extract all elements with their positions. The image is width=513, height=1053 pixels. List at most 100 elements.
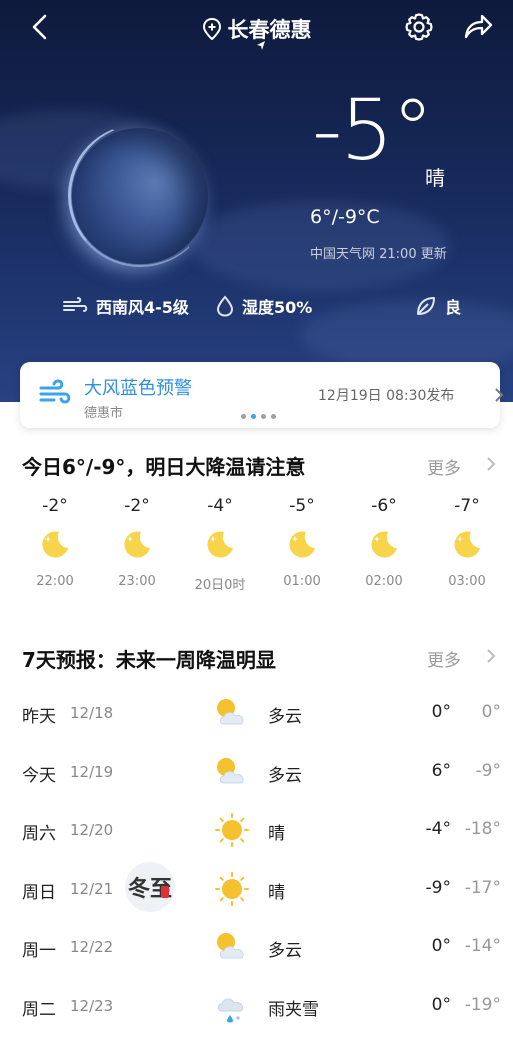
carousel-dot bbox=[261, 414, 266, 419]
day-date: 12/18 bbox=[70, 704, 114, 722]
day-low-temp: -18° bbox=[464, 819, 501, 839]
hourly-item: -2° 22:00 bbox=[20, 496, 90, 589]
chevron-right-icon bbox=[495, 388, 504, 402]
day-low-temp: -19° bbox=[464, 995, 501, 1015]
day-high-temp: -4° bbox=[425, 819, 451, 839]
day-date: 12/19 bbox=[70, 763, 114, 781]
hourly-item: -6° 02:00 bbox=[349, 496, 419, 589]
cloud-decoration bbox=[300, 300, 513, 370]
current-temperature: -5° bbox=[312, 81, 434, 179]
moon-icon bbox=[368, 528, 400, 560]
day-name: 周六 bbox=[22, 824, 56, 844]
hourly-temp: -4° bbox=[207, 496, 233, 516]
weather-hero: 长春德惠 -5° 晴 6°/-9°C 中国天气网 21:00 更新 西南风4-5… bbox=[0, 0, 513, 402]
temperature-range: 6°/-9°C bbox=[310, 206, 380, 228]
moon-icon bbox=[286, 528, 318, 560]
droplet-icon bbox=[216, 295, 234, 317]
share-icon[interactable] bbox=[462, 12, 494, 42]
sun-icon bbox=[212, 870, 252, 908]
daily-row[interactable]: 周一 12/22 多云 0° -14° bbox=[0, 933, 513, 994]
hourly-section-title: 今日6°/-9°，明日大降温请注意 bbox=[22, 455, 306, 479]
daily-row[interactable]: 周六 12/20 晴 -4° -18° bbox=[0, 813, 513, 877]
current-condition: 晴 bbox=[425, 166, 445, 190]
moon-illustration bbox=[72, 128, 208, 264]
day-date: 12/23 bbox=[70, 997, 114, 1015]
day-low-temp: -9° bbox=[475, 761, 501, 781]
day-low-temp: -14° bbox=[464, 936, 501, 956]
daily-row[interactable]: 今天 12/19 多云 6° -9° bbox=[0, 758, 513, 819]
alert-time: 12月19日 08:30发布 bbox=[318, 388, 455, 404]
hourly-time: 22:00 bbox=[36, 574, 74, 589]
day-name: 周日 bbox=[22, 883, 56, 903]
air-quality-stat[interactable]: 良 bbox=[415, 294, 461, 318]
chevron-right-icon bbox=[487, 457, 496, 471]
hourly-temp: -7° bbox=[454, 496, 480, 516]
hourly-temp: -5° bbox=[289, 496, 315, 516]
hourly-time: 23:00 bbox=[118, 574, 156, 589]
update-source: 中国天气网 21:00 更新 bbox=[310, 247, 447, 262]
day-condition: 晴 bbox=[268, 883, 285, 903]
day-condition: 多云 bbox=[268, 707, 302, 727]
day-condition: 多云 bbox=[268, 941, 302, 961]
daily-section-title: 7天预报：未来一周降温明显 bbox=[22, 648, 276, 672]
moon-icon bbox=[451, 528, 483, 560]
air-quality-label: 良 bbox=[445, 298, 462, 317]
partly-cloudy-icon bbox=[212, 928, 252, 966]
chevron-right-icon bbox=[487, 649, 496, 663]
day-name: 今天 bbox=[22, 766, 56, 786]
daily-row[interactable]: 周日 12/21 晴 -9° -17° bbox=[0, 872, 513, 936]
partly-cloudy-icon bbox=[212, 694, 252, 732]
hourly-time: 20日0时 bbox=[194, 578, 246, 593]
daily-more-link[interactable]: 更多 bbox=[427, 646, 461, 671]
humidity-stat[interactable]: 湿度50% bbox=[216, 294, 312, 318]
day-high-temp: 0° bbox=[431, 936, 451, 956]
hourly-item: -2° 23:00 bbox=[102, 496, 172, 589]
day-low-temp: -17° bbox=[464, 878, 501, 898]
day-date: 12/21 bbox=[70, 880, 114, 898]
alert-title: 大风蓝色预警 bbox=[84, 378, 192, 399]
hourly-item: -4° 20日0时 bbox=[185, 496, 255, 593]
sun-icon bbox=[212, 811, 252, 849]
location-arrow-icon bbox=[257, 41, 265, 50]
settings-gear-icon[interactable] bbox=[404, 12, 434, 42]
moon-icon bbox=[39, 528, 71, 560]
day-condition: 晴 bbox=[268, 824, 285, 844]
city-name: 长春德惠 bbox=[227, 18, 312, 42]
day-high-temp: 6° bbox=[431, 761, 451, 781]
hourly-temp: -6° bbox=[371, 496, 397, 516]
daily-row[interactable]: 昨天 12/18 多云 0° 0° bbox=[0, 699, 513, 760]
day-name: 周一 bbox=[22, 941, 56, 961]
wind-icon bbox=[63, 297, 88, 312]
wind-stat[interactable]: 西南风4-5级 bbox=[62, 294, 189, 318]
day-name: 昨天 bbox=[22, 707, 56, 727]
hourly-temp: -2° bbox=[124, 496, 150, 516]
sleet-icon bbox=[212, 987, 252, 1025]
moon-icon bbox=[204, 528, 236, 560]
day-date: 12/22 bbox=[70, 938, 114, 956]
day-low-temp: 0° bbox=[481, 702, 501, 722]
partly-cloudy-icon bbox=[212, 753, 252, 791]
hourly-time: 01:00 bbox=[283, 574, 321, 589]
day-high-temp: -9° bbox=[425, 878, 451, 898]
seal-stamp bbox=[161, 886, 169, 898]
daily-row[interactable]: 周二 12/23 雨夹雪 0° -19° bbox=[0, 995, 513, 1053]
humidity-label: 湿度50% bbox=[242, 298, 313, 317]
day-name: 周二 bbox=[22, 1000, 56, 1020]
hourly-more-link[interactable]: 更多 bbox=[427, 454, 461, 479]
carousel-dot bbox=[241, 414, 246, 419]
day-high-temp: 0° bbox=[431, 702, 451, 722]
day-date: 12/20 bbox=[70, 821, 114, 839]
hourly-item: -5° 01:00 bbox=[267, 496, 337, 589]
moon-icon bbox=[121, 528, 153, 560]
solar-term-badge[interactable]: 冬至 bbox=[125, 862, 175, 912]
carousel-indicator bbox=[241, 414, 276, 419]
hourly-temp: -2° bbox=[42, 496, 68, 516]
day-condition: 雨夹雪 bbox=[268, 1000, 319, 1020]
hourly-time: 02:00 bbox=[365, 574, 403, 589]
location-plus-icon bbox=[202, 18, 221, 40]
day-high-temp: 0° bbox=[431, 995, 451, 1015]
day-condition: 多云 bbox=[268, 766, 302, 786]
carousel-dot-active bbox=[251, 414, 256, 419]
gale-warning-icon bbox=[39, 379, 71, 404]
alert-location: 德惠市 bbox=[84, 406, 124, 421]
